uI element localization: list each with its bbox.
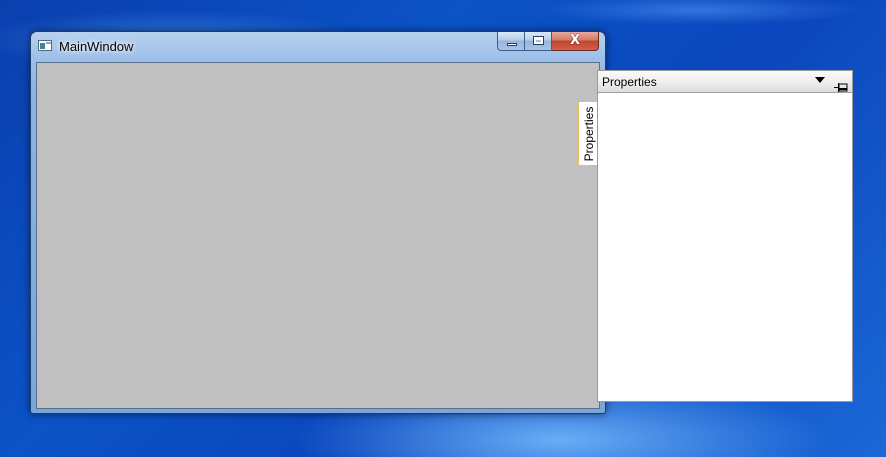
app-window-icon[interactable]	[38, 40, 52, 51]
close-button[interactable]: X	[552, 32, 599, 51]
minimize-icon	[507, 43, 517, 46]
properties-pane-header[interactable]: Properties	[598, 71, 852, 93]
chevron-down-icon[interactable]	[815, 77, 825, 83]
properties-pane-title: Properties	[602, 75, 657, 89]
maximize-button[interactable]	[525, 32, 552, 51]
main-window: MainWindow X Properties	[30, 31, 606, 414]
close-icon: X	[569, 33, 581, 48]
pin-icon[interactable]	[834, 77, 848, 92]
window-title: MainWindow	[59, 39, 134, 54]
tab-properties-label: Properties	[582, 106, 596, 161]
maximize-icon	[533, 36, 544, 45]
client-area: Properties	[36, 62, 600, 409]
caption-buttons: X	[497, 32, 599, 52]
minimize-button[interactable]	[497, 32, 525, 51]
properties-pane: Properties	[597, 70, 853, 402]
title-bar[interactable]: MainWindow X	[31, 32, 605, 62]
